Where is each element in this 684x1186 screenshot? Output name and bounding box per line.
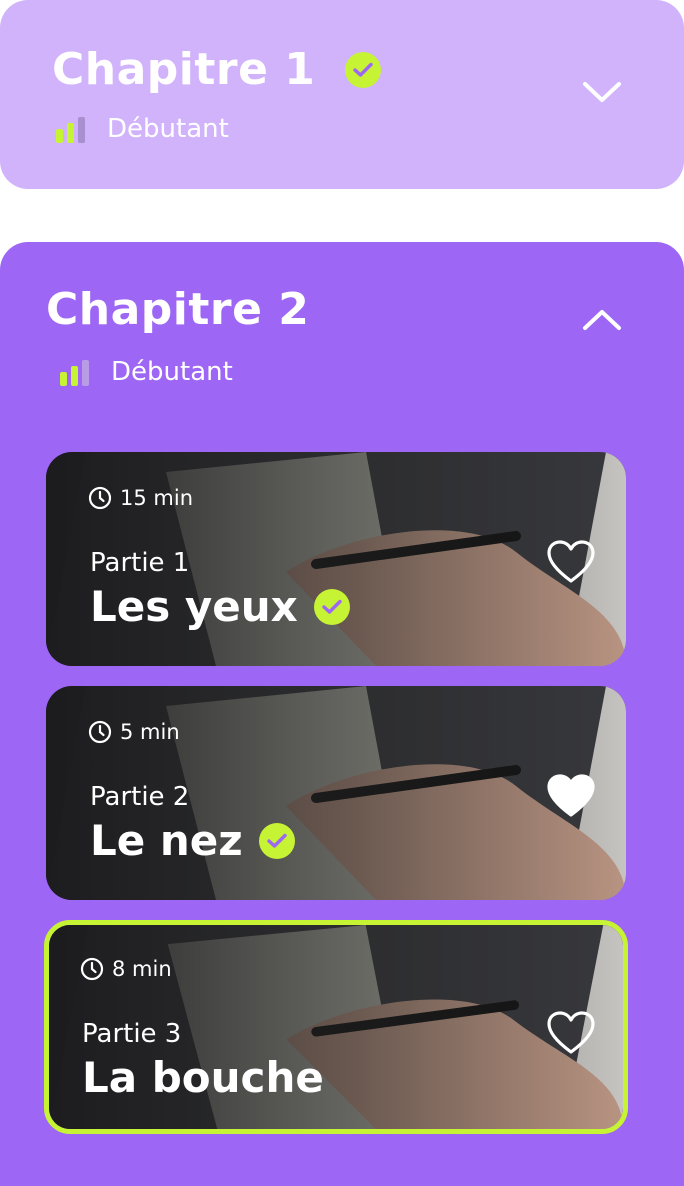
chapter-level: Débutant: [56, 114, 229, 144]
chapter-title: Chapitre 1: [52, 44, 382, 95]
lesson-part: Partie 1: [90, 548, 190, 578]
clock-icon: [88, 486, 112, 510]
heart-outline-icon[interactable]: [546, 540, 596, 584]
chapter-level-label: Débutant: [111, 357, 233, 387]
chapter-level-label: Débutant: [107, 114, 229, 144]
chapter-1-header[interactable]: Chapitre 1 Débutant: [0, 0, 684, 189]
clock-icon: [88, 720, 112, 744]
lesson-part: Partie 2: [90, 782, 190, 812]
lesson-part: Partie 3: [82, 1019, 182, 1049]
chapter-title-text: Chapitre 1: [52, 44, 316, 95]
lesson-duration-label: 5 min: [120, 720, 180, 744]
lesson-title: Le nez: [90, 816, 295, 865]
chevron-up-icon[interactable]: [582, 306, 622, 332]
lesson-title-text: La bouche: [82, 1053, 324, 1102]
lesson-duration: 15 min: [88, 486, 193, 510]
level-bars-icon: [60, 358, 89, 386]
check-circle-icon: [345, 51, 382, 88]
chevron-down-icon[interactable]: [582, 80, 622, 106]
lesson-card[interactable]: 5 min Partie 2 Le nez: [46, 686, 626, 900]
lesson-duration: 8 min: [80, 957, 172, 981]
level-bars-icon: [56, 115, 85, 143]
lesson-duration-label: 15 min: [120, 486, 193, 510]
check-circle-icon: [313, 588, 350, 625]
heart-outline-icon[interactable]: [546, 1011, 596, 1055]
chapter-title: Chapitre 2: [46, 284, 310, 335]
check-circle-icon: [258, 822, 295, 859]
heart-filled-icon[interactable]: [546, 774, 596, 818]
lesson-card-active[interactable]: 8 min Partie 3 La bouche: [44, 920, 628, 1134]
lesson-title: La bouche: [82, 1053, 324, 1102]
lesson-title-text: Le nez: [90, 816, 243, 865]
lesson-duration-label: 8 min: [112, 957, 172, 981]
lesson-duration: 5 min: [88, 720, 180, 744]
lesson-card-content: 5 min Partie 2 Le nez: [46, 686, 626, 900]
lesson-title: Les yeux: [90, 582, 350, 631]
lesson-title-text: Les yeux: [90, 582, 298, 631]
lesson-card-content: 8 min Partie 3 La bouche: [49, 925, 623, 1129]
clock-icon: [80, 957, 104, 981]
lesson-card-content: 15 min Partie 1 Les yeux: [46, 452, 626, 666]
lesson-card[interactable]: 15 min Partie 1 Les yeux: [46, 452, 626, 666]
chapter-level: Débutant: [60, 357, 233, 387]
